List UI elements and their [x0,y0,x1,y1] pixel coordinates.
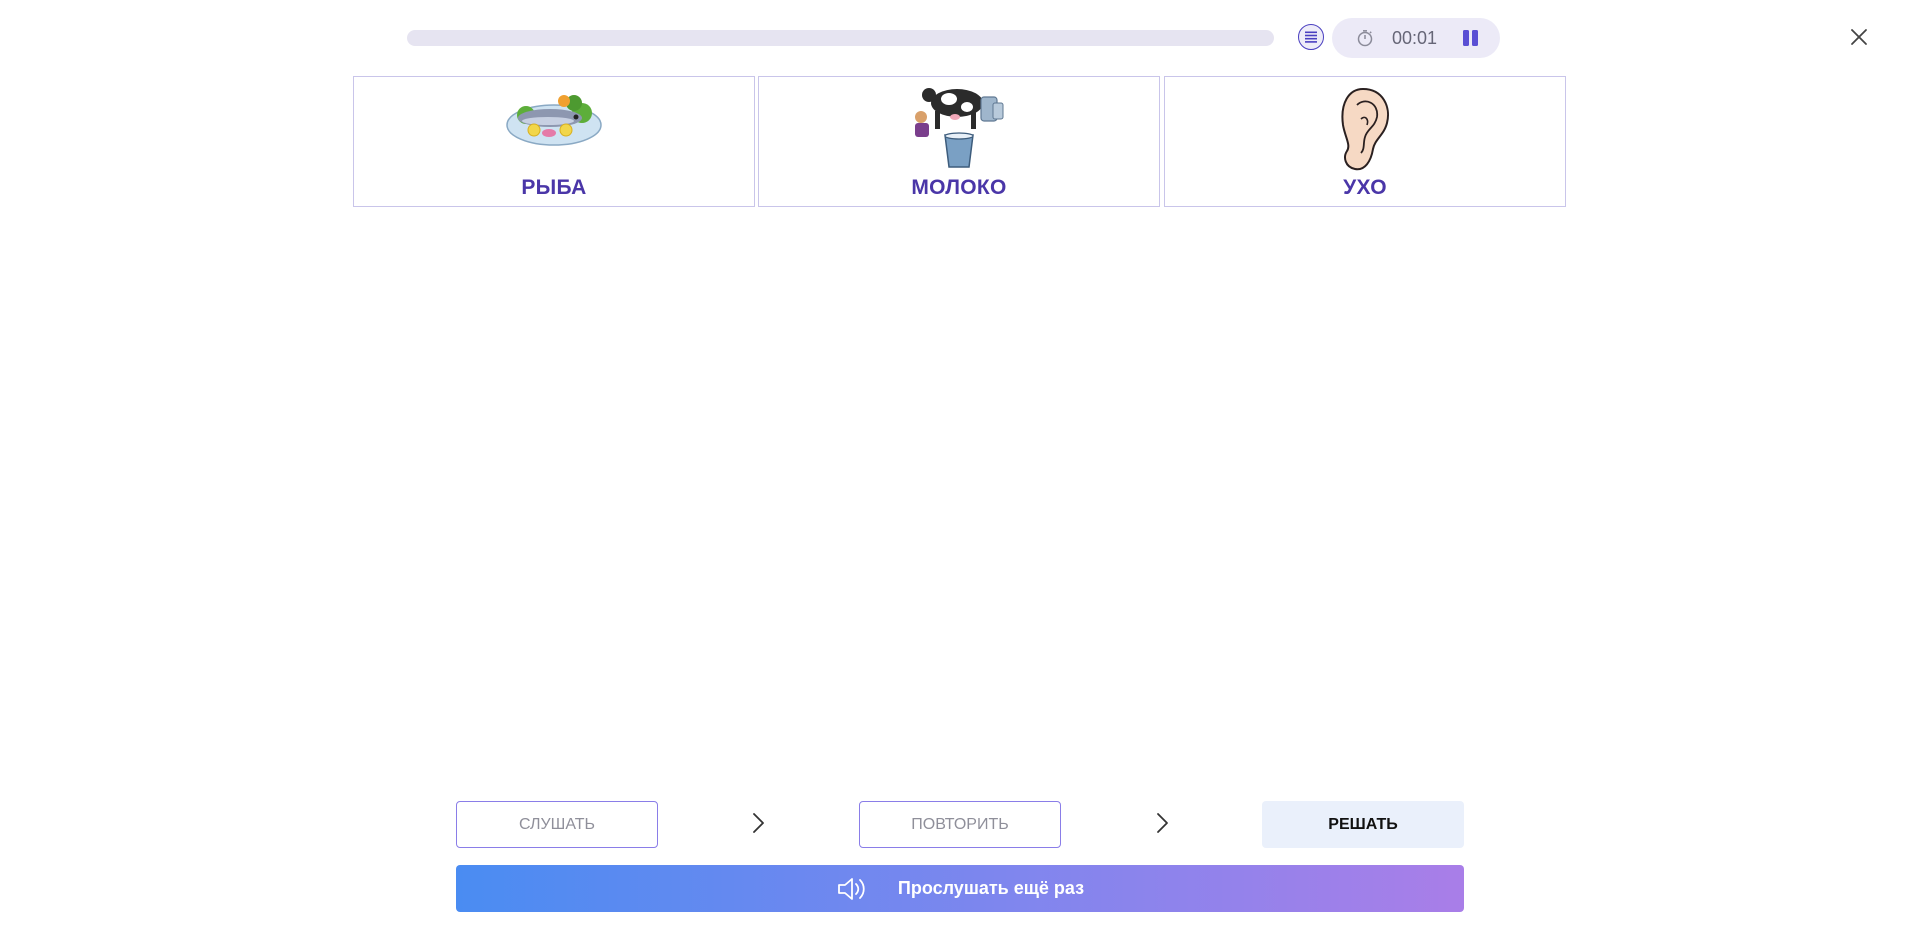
answer-card-fish[interactable]: РЫБА [353,76,755,207]
pause-icon [1463,30,1469,46]
close-icon [1851,29,1867,45]
solve-step-button[interactable]: РЕШАТЬ [1262,801,1464,848]
pause-button[interactable] [1458,27,1482,49]
close-button[interactable] [1846,24,1872,50]
stopwatch-icon [1357,30,1373,47]
progress-bar [407,30,1274,46]
timer-panel: 00:01 [1332,18,1500,58]
chevron-right-icon [753,813,764,833]
listen-step-button[interactable]: СЛУШАТЬ [456,801,658,848]
milking-cow-image [915,88,1004,168]
speaker-icon [838,877,865,900]
answer-card-milk[interactable]: МОЛОКО [758,76,1160,207]
card-label: МОЛОКО [911,176,1007,199]
replay-label: Прослушать ещё раз [897,878,1085,898]
list-icon [1305,31,1317,43]
timer-value: 00:01 [1392,28,1438,48]
card-label: РЫБА [521,176,587,199]
pause-icon-bar [1472,30,1478,46]
fish-plate-image [506,95,602,146]
ear-image [1341,87,1389,171]
answer-card-ear[interactable]: УХО [1164,76,1566,207]
replay-button[interactable]: Прослушать ещё раз [456,865,1464,912]
card-label: УХО [1343,176,1387,199]
task-list-button[interactable] [1298,24,1324,50]
chevron-right-icon [1157,813,1168,833]
repeat-step-button[interactable]: ПОВТОРИТЬ [859,801,1061,848]
